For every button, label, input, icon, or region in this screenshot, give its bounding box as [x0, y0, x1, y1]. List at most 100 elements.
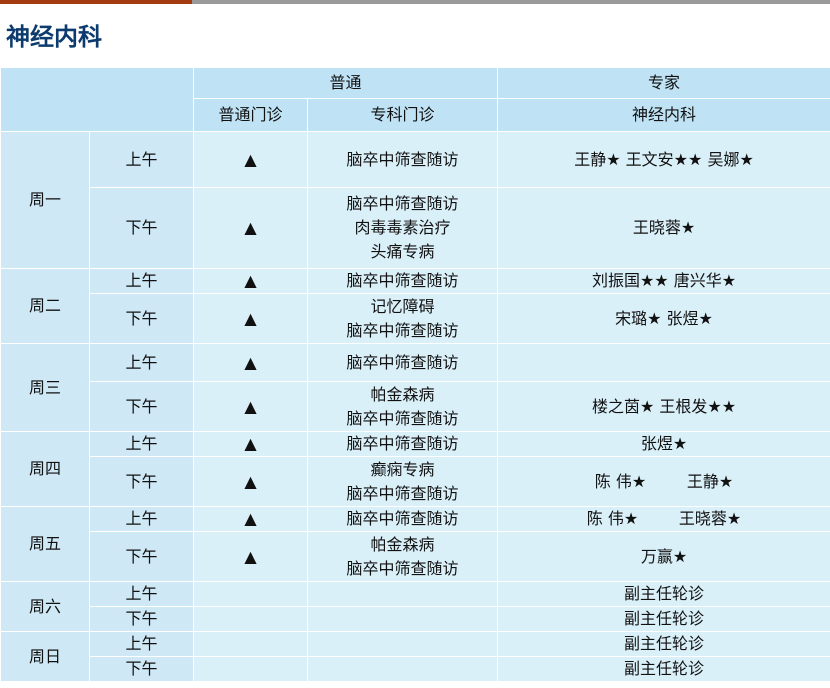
- special-clinic-item: 帕金森病: [370, 384, 435, 404]
- special-clinic-cell: [306, 631, 499, 657]
- header-group-general: 普通: [192, 67, 499, 99]
- header-row-groups: 普通 专家: [0, 67, 830, 132]
- general-clinic-mark: ▲: [193, 131, 308, 188]
- schedule-row: 周日 上午 副主任轮诊: [0, 631, 830, 682]
- special-clinic-item: 脑卒中筛查随访: [346, 408, 459, 428]
- period-cell: 下午: [89, 606, 194, 632]
- period-cell: 上午: [89, 431, 194, 457]
- page-title: 神经内科: [6, 23, 102, 51]
- schedule-row: 周一 上午 ▲ 脑卒中筛查随访 王静★ 王文安★★ 吴娜★: [0, 131, 830, 269]
- general-clinic-mark: [193, 606, 308, 632]
- special-clinic-cell: [306, 656, 499, 682]
- general-clinic-mark: ▲: [193, 268, 308, 294]
- expert-list-cell: 王静★ 王文安★★ 吴娜★: [497, 131, 830, 188]
- special-clinic-cell: 脑卒中筛查随访 肉毒毒素治疗 头痛专病: [306, 187, 499, 269]
- schedule-row: 周四 上午 ▲ 脑卒中筛查随访 张煜★: [0, 431, 830, 507]
- general-clinic-mark: [193, 656, 308, 682]
- period-cell: 下午: [89, 187, 194, 269]
- general-clinic-mark: [193, 581, 308, 607]
- special-clinic-item: 癫痫专病: [370, 459, 435, 479]
- day-cell: 周五: [0, 506, 90, 582]
- period-cell: 上午: [89, 268, 194, 294]
- special-clinic-cell: [306, 606, 499, 632]
- special-clinic-cell: 脑卒中筛查随访: [306, 343, 499, 382]
- schedule-row: 下午 ▲ 记忆障碍 脑卒中筛查随访 宋璐★ 张煜★: [1, 293, 830, 344]
- general-clinic-mark: ▲: [193, 381, 308, 432]
- schedule-row: 周五 上午 ▲ 脑卒中筛查随访 陈 伟★ 王晓蓉★: [0, 506, 830, 582]
- expert-list-cell: 副主任轮诊: [497, 631, 830, 657]
- special-clinic-item: 头痛专病: [370, 242, 435, 261]
- period-cell: 下午: [89, 293, 194, 344]
- schedule-row: 周三 上午 ▲ 脑卒中筛查随访: [0, 343, 830, 432]
- special-clinic-cell: 脑卒中筛查随访: [306, 431, 499, 457]
- special-clinic-item: 脑卒中筛查随访: [346, 352, 459, 372]
- special-clinic-cell: 帕金森病脑卒中筛查随访: [306, 531, 499, 582]
- day-cell: 周三: [0, 343, 90, 432]
- general-clinic-mark: ▲: [193, 531, 308, 582]
- special-clinic-item: 脑卒中筛查随访: [346, 271, 459, 290]
- schedule-row: 下午 ▲ 帕金森病 脑卒中筛查随访 万赢★: [1, 531, 830, 582]
- schedule-table: 普通 专家 普通门诊 专科门诊 神经内科 周一 上午 ▲ 脑卒中筛查随访 王静★ 王文安…: [0, 67, 830, 682]
- period-cell: 上午: [89, 506, 194, 532]
- header-group-expert: 专家: [497, 67, 830, 99]
- schedule-row: 下午 副主任轮诊: [1, 606, 830, 632]
- period-cell: 下午: [89, 531, 194, 582]
- day-cell: 周二: [0, 268, 90, 344]
- header-corner: [0, 67, 194, 132]
- general-clinic-mark: ▲: [193, 506, 308, 532]
- period-cell: 下午: [89, 381, 194, 432]
- expert-list-cell: 副主任轮诊: [497, 581, 830, 607]
- special-clinic-item: 脑卒中筛查随访: [346, 434, 459, 453]
- general-clinic-mark: ▲: [193, 343, 308, 382]
- expert-list-cell: [497, 343, 830, 382]
- expert-list-cell: 张煜★: [497, 431, 830, 457]
- expert-list-cell: 宋璐★ 张煜★: [497, 293, 830, 344]
- general-clinic-mark: ▲: [193, 431, 308, 457]
- expert-list-cell: 陈 伟★ 王静★: [497, 456, 830, 507]
- special-clinic-cell: 帕金森病脑卒中筛查随访: [306, 381, 499, 432]
- expert-list-cell: 刘振国★★ 唐兴华★: [497, 268, 830, 294]
- expert-list-cell: 王晓蓉★: [497, 187, 830, 269]
- header-special-clinic: 专科门诊: [306, 98, 499, 132]
- period-cell: 下午: [89, 656, 194, 682]
- special-clinic-item: 脑卒中筛查随访: [346, 320, 459, 340]
- schedule-row: 周六 上午 副主任轮诊: [0, 581, 830, 632]
- special-clinic-item: 脑卒中筛查随访: [346, 194, 459, 213]
- schedule-row: 下午 ▲ 帕金森病 脑卒中筛查随访 楼之茵★ 王根发★★: [1, 381, 830, 432]
- expert-list-cell: 楼之茵★ 王根发★★: [497, 381, 830, 432]
- special-clinic-cell: 脑卒中筛查随访: [306, 131, 499, 188]
- general-clinic-mark: ▲: [193, 293, 308, 344]
- schedule-row: 下午 副主任轮诊: [1, 656, 830, 682]
- period-cell: 上午: [89, 631, 194, 657]
- expert-list-cell: 万赢★: [497, 531, 830, 582]
- special-clinic-item: 脑卒中筛查随访: [346, 509, 459, 528]
- general-clinic-mark: ▲: [193, 456, 308, 507]
- general-clinic-mark: [193, 631, 308, 657]
- day-cell: 周日: [0, 631, 90, 682]
- schedule-row: 下午 ▲ 癫痫专病 脑卒中筛查随访陈 伟★ 王静★: [1, 456, 830, 507]
- special-clinic-item: 肉毒毒素治疗: [354, 218, 451, 237]
- header-general-clinic: 普通门诊: [193, 98, 308, 132]
- expert-list-cell: 副主任轮诊: [497, 656, 830, 682]
- special-clinic-cell: [306, 581, 499, 607]
- special-clinic-cell: 记忆障碍 脑卒中筛查随访: [306, 293, 499, 344]
- general-clinic-mark: ▲: [193, 187, 308, 269]
- period-cell: 上午: [89, 581, 194, 607]
- header-expert-dept: 神经内科: [497, 98, 830, 132]
- schedule-row: 周二 上午 ▲ 脑卒中筛查随访 刘振国★★ 唐兴华★: [0, 268, 830, 344]
- special-clinic-item: 脑卒中筛查随访: [346, 558, 459, 578]
- period-cell: 下午: [89, 456, 194, 507]
- expert-list-cell: 陈 伟★ 王晓蓉★: [497, 506, 830, 532]
- day-cell: 周六: [0, 581, 90, 632]
- special-clinic-cell: 脑卒中筛查随访: [306, 506, 499, 532]
- special-clinic-item: 脑卒中筛查随访: [346, 483, 459, 503]
- top-divider-bar: [0, 0, 830, 4]
- period-cell: 上午: [89, 343, 194, 382]
- top-divider-accent: [0, 0, 192, 4]
- special-clinic-item: 帕金森病: [370, 534, 435, 554]
- schedule-row: 下午 ▲ 脑卒中筛查随访 肉毒毒素治疗 头痛专病 王晓蓉★: [1, 187, 830, 269]
- day-cell: 周四: [0, 431, 90, 507]
- expert-list-cell: 副主任轮诊: [497, 606, 830, 632]
- period-cell: 上午: [89, 131, 194, 188]
- special-clinic-cell: 癫痫专病脑卒中筛查随访: [306, 456, 499, 507]
